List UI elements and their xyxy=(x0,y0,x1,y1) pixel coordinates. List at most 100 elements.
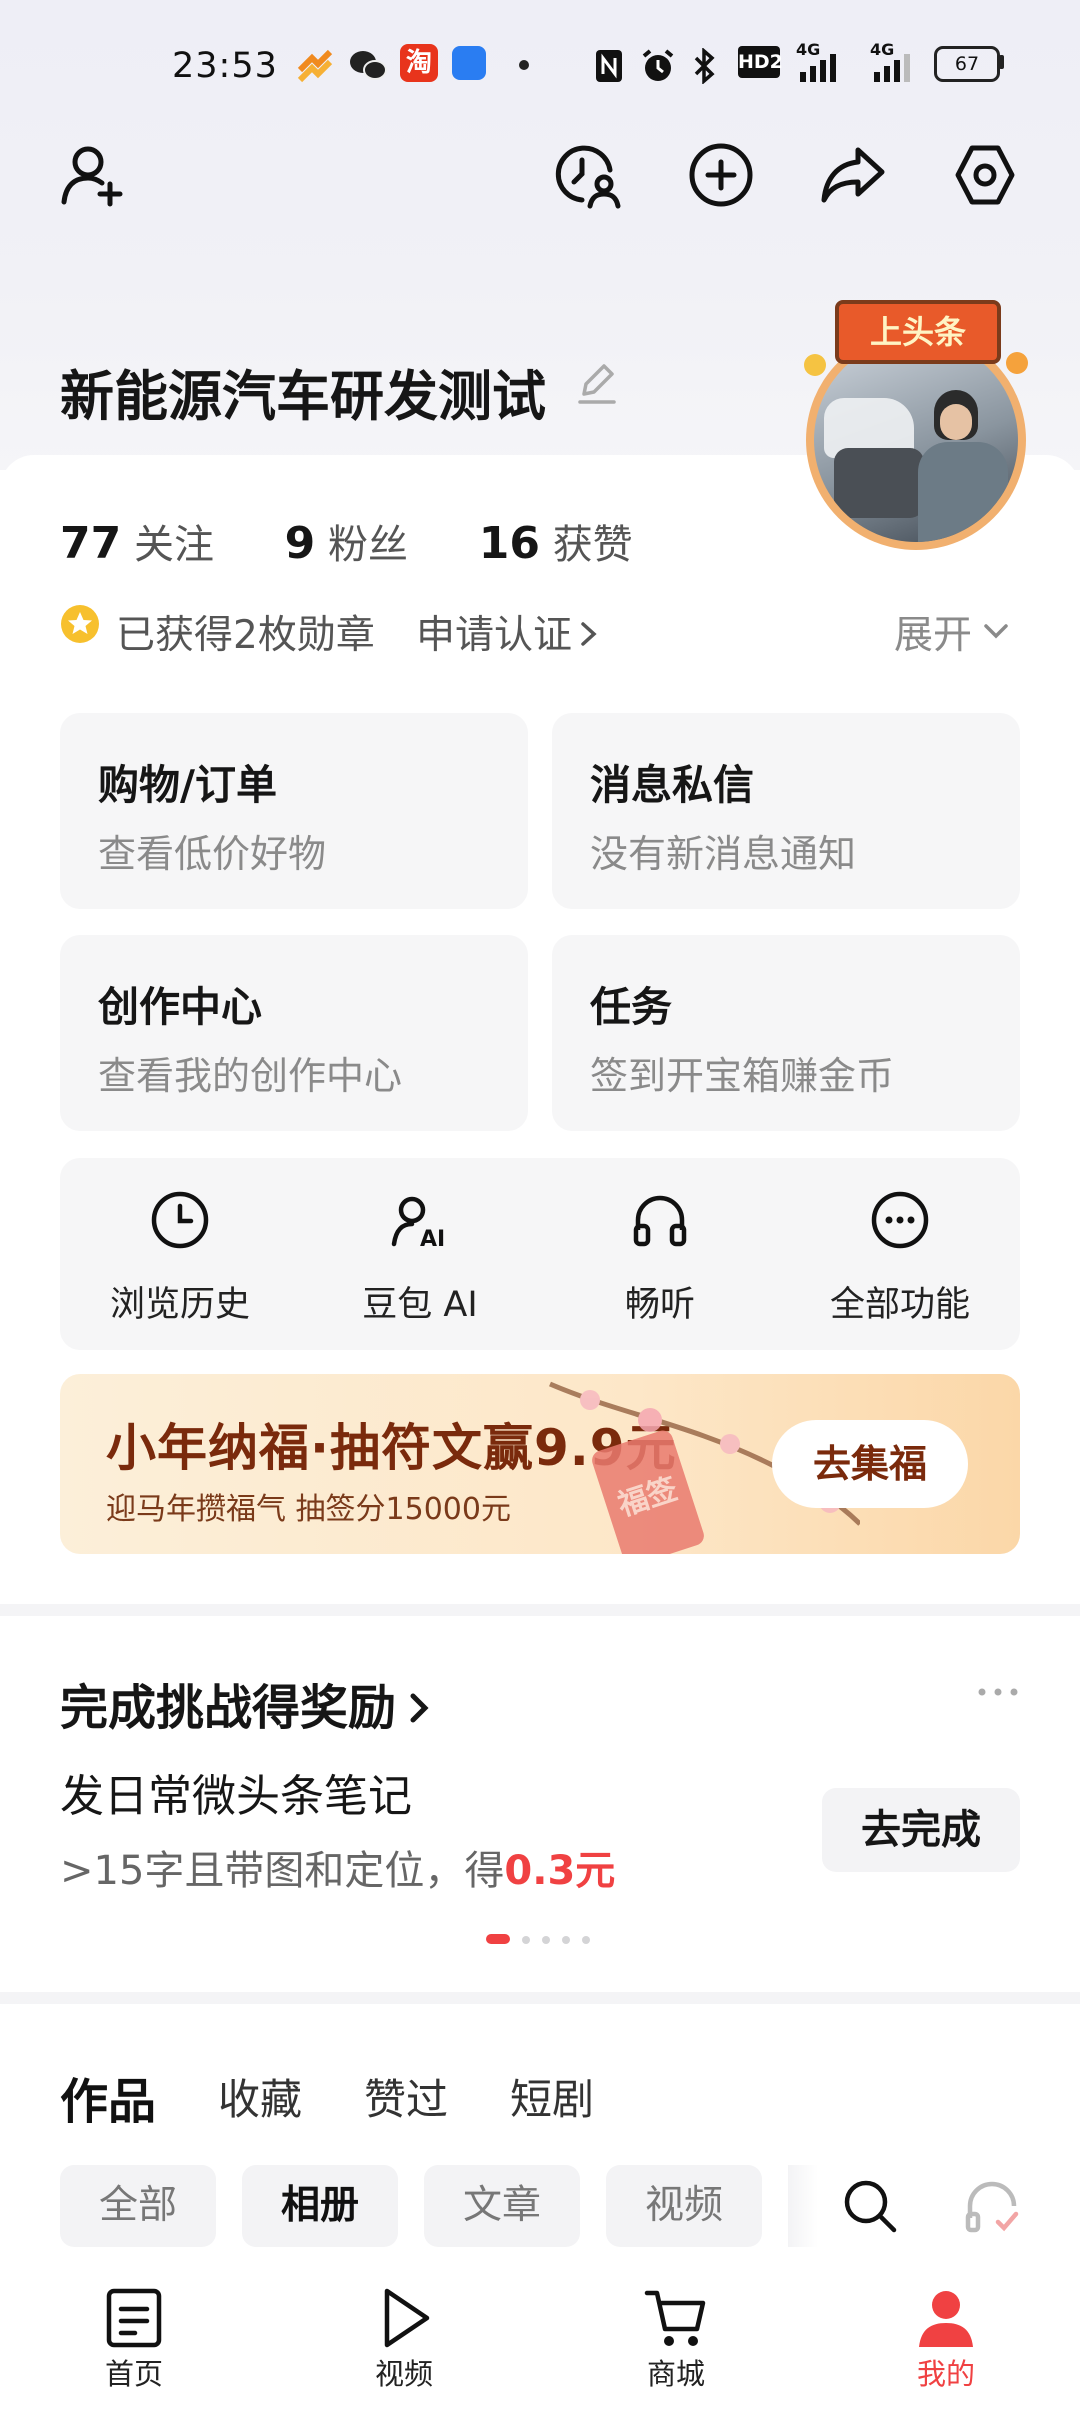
verify-link[interactable]: 申请认证 xyxy=(416,604,600,660)
tile-subtitle: 查看低价好物 xyxy=(98,832,327,876)
tool-history[interactable]: 浏览历史 xyxy=(60,1158,300,1327)
tool-label: 全部功能 xyxy=(829,1285,970,1325)
battery-level: 67 xyxy=(954,53,980,75)
nav-home[interactable]: 首页 xyxy=(64,2285,204,2393)
nav-label: 商城 xyxy=(646,2357,705,2391)
verify-label: 申请认证 xyxy=(416,613,573,658)
edit-name-icon[interactable] xyxy=(574,360,620,406)
tab-liked[interactable]: 赞过 xyxy=(364,2066,448,2127)
visitor-history-button[interactable] xyxy=(552,140,622,210)
tab-works[interactable]: 作品 xyxy=(60,2062,156,2132)
tab-short-drama[interactable]: 短剧 xyxy=(510,2066,594,2127)
cart-icon xyxy=(644,2290,706,2346)
wechat-icon xyxy=(350,51,387,80)
expand-label: 展开 xyxy=(894,613,973,658)
chevron-right-icon xyxy=(410,1693,429,1723)
more-options-icon[interactable] xyxy=(976,1682,1020,1702)
avatar-badge: 上头条 xyxy=(835,300,1001,364)
likes-label: 获赞 xyxy=(552,522,633,568)
nfc-icon xyxy=(596,50,622,82)
tile-messages[interactable]: 消息私信 没有新消息通知 xyxy=(552,713,1020,909)
add-user-icon xyxy=(61,146,123,207)
nav-me[interactable]: 我的 xyxy=(876,2285,1016,2393)
tile-shopping-orders[interactable]: 购物/订单 查看低价好物 xyxy=(60,713,528,909)
add-friend-button[interactable] xyxy=(58,140,128,210)
username: 新能源汽车研发测试 xyxy=(60,365,546,428)
tile-creator-center[interactable]: 创作中心 查看我的创作中心 xyxy=(60,935,528,1131)
nav-mall[interactable]: 商城 xyxy=(606,2285,746,2393)
pager-dot xyxy=(582,1936,590,1944)
clock-icon xyxy=(151,1191,209,1249)
tool-label: 豆包 AI xyxy=(362,1285,478,1325)
tool-doubao-ai[interactable]: AI 豆包 AI xyxy=(300,1158,540,1327)
likes-count: 16 xyxy=(478,518,540,569)
pager-dot xyxy=(562,1936,570,1944)
subtab-all[interactable]: 全部 xyxy=(60,2165,216,2247)
settings-button[interactable] xyxy=(950,140,1020,210)
fans-stat[interactable]: 9 粉丝 xyxy=(285,518,408,569)
bluetooth-icon xyxy=(694,48,715,84)
search-icon[interactable] xyxy=(840,2176,900,2236)
likes-stat[interactable]: 16 获赞 xyxy=(479,518,633,569)
plus-circle-icon xyxy=(689,143,753,207)
app-blue-icon xyxy=(452,46,486,80)
collect-fortune-button[interactable]: 去集福 xyxy=(772,1420,968,1508)
banner-subtitle: 迎马年攒福气 抽签分15000元 xyxy=(106,1492,511,1527)
tile-tasks[interactable]: 任务 签到开宝箱赚金币 xyxy=(552,935,1020,1131)
listen-mode-icon[interactable] xyxy=(962,2176,1022,2236)
hd-badge: HD2 xyxy=(738,46,783,78)
svg-text:AI: AI xyxy=(420,1227,445,1250)
tile-subtitle: 签到开宝箱赚金币 xyxy=(590,1054,895,1098)
tool-label: 浏览历史 xyxy=(109,1285,250,1325)
promo-banner[interactable]: 小年纳福·抽符文赢9.9元 迎马年攒福气 抽签分15000元 福签 去集福 xyxy=(60,1374,1020,1554)
share-button[interactable] xyxy=(818,140,888,210)
medals-text[interactable]: 已获得2枚勋章 xyxy=(116,604,375,660)
publish-button[interactable] xyxy=(686,140,756,210)
pager-dot-active xyxy=(486,1934,510,1944)
subtab-albums[interactable]: 相册 xyxy=(242,2165,398,2247)
home-doc-icon xyxy=(106,2288,162,2348)
medal-icon xyxy=(61,605,99,643)
share-icon xyxy=(821,147,885,203)
tools-panel: 浏览历史 AI 豆包 AI 畅听 全部功能 xyxy=(60,1158,1020,1350)
doubao-ai-icon: AI xyxy=(391,1196,445,1252)
nav-label: 视频 xyxy=(374,2357,433,2391)
challenge-task-title: 发日常微头条笔记 xyxy=(60,1771,412,1822)
alarm-icon xyxy=(642,49,674,81)
section-divider xyxy=(0,1604,1080,1616)
chevron-right-icon xyxy=(581,622,597,646)
challenge-heading-label: 完成挑战得奖励 xyxy=(60,1680,397,1736)
gear-icon xyxy=(955,145,1015,205)
tool-all-features[interactable]: 全部功能 xyxy=(780,1158,1020,1327)
tool-listen[interactable]: 畅听 xyxy=(540,1158,780,1327)
tile-subtitle: 查看我的创作中心 xyxy=(98,1054,403,1098)
nav-video[interactable]: 视频 xyxy=(334,2285,474,2393)
tab-favorites[interactable]: 收藏 xyxy=(218,2066,302,2127)
subtab-videos[interactable]: 视频 xyxy=(606,2165,762,2247)
signal-icon-1 xyxy=(800,54,836,82)
challenge-reward: 0.3元 xyxy=(504,1848,616,1894)
subtab-articles[interactable]: 文章 xyxy=(424,2165,580,2247)
challenge-desc-text: >15字且带图和定位，得 xyxy=(60,1848,505,1894)
following-label: 关注 xyxy=(133,522,214,568)
stats-row: 77 关注 9 粉丝 16 获赞 xyxy=(60,512,633,570)
challenge-task-desc: >15字且带图和定位，得0.3元 xyxy=(60,1838,615,1896)
status-time: 23:53 xyxy=(172,46,278,86)
chevron-down-icon xyxy=(984,624,1008,639)
tile-title: 购物/订单 xyxy=(98,761,277,809)
challenge-heading[interactable]: 完成挑战得奖励 xyxy=(60,1668,432,1738)
tile-title: 消息私信 xyxy=(590,761,754,809)
following-stat[interactable]: 77 关注 xyxy=(60,518,214,569)
subtab-fade xyxy=(788,2165,818,2247)
person-icon xyxy=(919,2291,973,2347)
tile-title: 创作中心 xyxy=(98,983,262,1031)
nav-label: 首页 xyxy=(104,2357,163,2391)
avatar-photo xyxy=(814,338,1018,542)
signal-icon-2 xyxy=(874,54,910,82)
app-notification-icon xyxy=(297,49,333,83)
expand-button[interactable]: 展开 xyxy=(894,604,1010,660)
nav-label: 我的 xyxy=(916,2357,975,2391)
complete-challenge-button[interactable]: 去完成 xyxy=(822,1788,1020,1872)
pager-dot xyxy=(522,1936,530,1944)
pager-dot xyxy=(542,1936,550,1944)
